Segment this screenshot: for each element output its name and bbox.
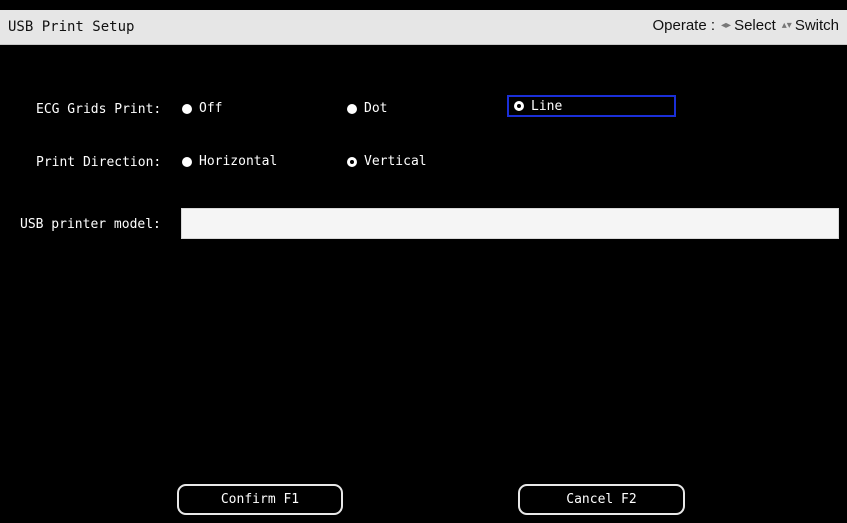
select-hint-label: Select (734, 17, 776, 34)
radio-selected-icon (347, 156, 357, 167)
option-label: Vertical (364, 154, 427, 169)
radio-unselected-icon (347, 103, 357, 114)
cancel-button[interactable]: Cancel F2 (518, 484, 685, 515)
window-title: USB Print Setup (8, 19, 135, 35)
print-direction-label: Print Direction: (36, 155, 162, 170)
ecg-grids-option-dot[interactable]: Dot (347, 101, 387, 116)
left-right-arrows-icon: ◂▸ (721, 20, 732, 31)
operate-label: Operate : (652, 17, 716, 34)
usb-printer-model-label: USB printer model: (20, 217, 161, 232)
ecg-grids-print-label: ECG Grids Print: (36, 102, 162, 117)
confirm-button[interactable]: Confirm F1 (177, 484, 343, 515)
option-label: Line (531, 98, 563, 114)
switch-hint-label: Switch (794, 17, 839, 34)
print-direction-option-vertical[interactable]: Vertical (347, 154, 427, 169)
ecg-grids-option-off[interactable]: Off (182, 101, 222, 116)
option-label: Off (199, 101, 223, 116)
option-label: Dot (364, 101, 388, 116)
key-hints: Operate : ◂▸ Select ▴▾ Switch (652, 17, 839, 34)
up-down-arrows-icon: ▴▾ (781, 20, 792, 31)
title-bar: USB Print Setup Operate : ◂▸ Select ▴▾ S… (0, 10, 847, 45)
print-direction-option-horizontal[interactable]: Horizontal (182, 154, 277, 169)
radio-unselected-icon (182, 156, 192, 167)
usb-print-setup-screen: USB Print Setup Operate : ◂▸ Select ▴▾ S… (0, 0, 847, 523)
ecg-grids-option-line[interactable]: Line (507, 95, 676, 117)
radio-unselected-icon (182, 103, 192, 114)
radio-selected-icon (514, 101, 524, 111)
usb-printer-model-input[interactable] (181, 208, 839, 239)
option-label: Horizontal (199, 154, 278, 169)
